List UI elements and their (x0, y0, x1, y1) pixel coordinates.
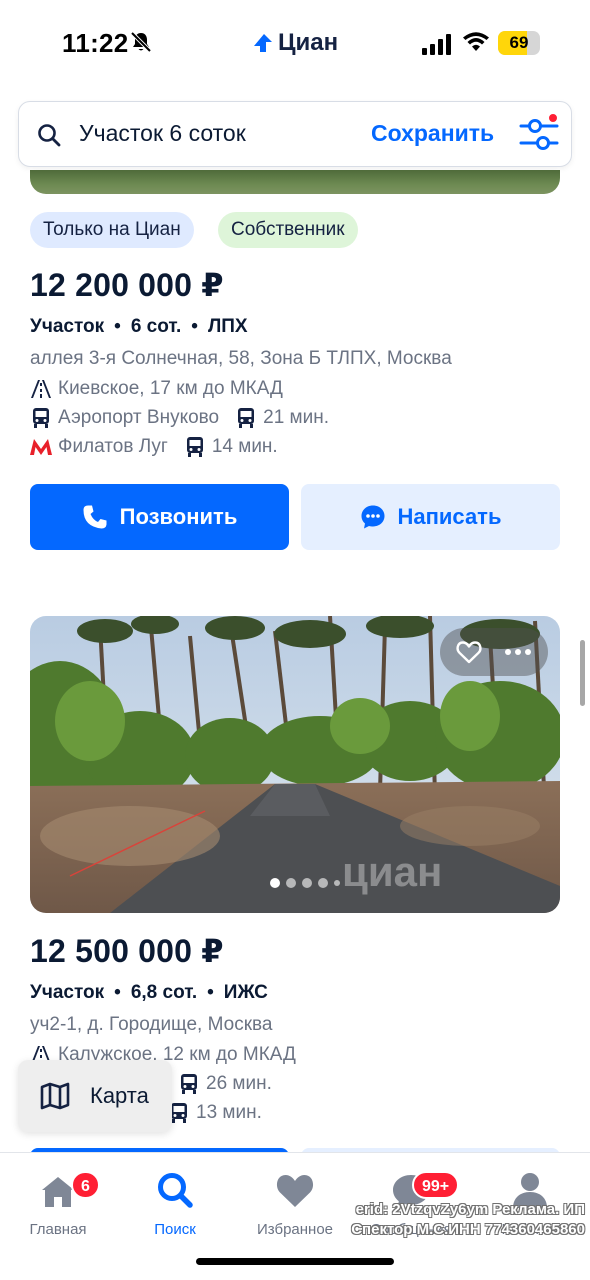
battery-percent: 69 (509, 33, 529, 52)
bus-icon (238, 408, 255, 428)
station-line: Аэропорт Внуково 21 мин. (30, 407, 329, 429)
param-type: Участок (30, 316, 105, 337)
cian-logo: Циан (252, 29, 338, 57)
save-search-button[interactable]: Сохранить (371, 120, 494, 147)
nav-home-badge: 6 (71, 1171, 100, 1199)
battery-icon: 69 (498, 31, 540, 55)
cellular-signal-icon (422, 34, 451, 55)
search-icon (38, 124, 61, 147)
listing-params: Участок • 6 сот. • ЛПХ (30, 316, 248, 338)
pagination-dot (270, 878, 280, 888)
ad-disclaimer: erid: 2VtzqvZy6ym Реклама. ИП Спектор М.… (305, 1200, 585, 1240)
param-type: Участок (30, 982, 105, 1003)
metro-line: Филатов Луг 14 мин. (30, 436, 278, 458)
separator: • (191, 316, 198, 337)
listing-photo-partial[interactable] (30, 170, 560, 194)
nav-search[interactable]: Поиск (120, 1165, 230, 1238)
bus-icon (186, 437, 203, 457)
wifi-icon (463, 32, 489, 51)
listing-params: Участок • 6,8 сот. • ИЖС (30, 982, 268, 1004)
param-purpose: ЛПХ (207, 316, 248, 337)
highway-text: Киевское, 17 км до МКАД (58, 378, 283, 399)
call-button[interactable]: Позвонить (30, 484, 289, 550)
photo-actions (440, 628, 548, 676)
metro-station-time: 14 мин. (211, 436, 278, 457)
highway-line: Киевское, 17 км до МКАД (30, 378, 283, 400)
metro-station-name: Филатов Луг (58, 436, 168, 457)
nav-messages-badge: 99+ (412, 1171, 460, 1199)
bus-icon (181, 1074, 197, 1094)
cian-logo-text: Циан (278, 29, 339, 56)
station-time: 21 мин. (263, 407, 329, 428)
ad-disclaimer-line1: erid: 2VtzqvZy6ym Реклама. ИП (355, 1201, 585, 1218)
listing-price[interactable]: 12 200 000 ₽ (30, 266, 224, 304)
search-bar[interactable]: Участок 6 соток Сохранить (18, 101, 572, 167)
search-input[interactable]: Участок 6 соток (79, 120, 246, 147)
separator: • (114, 316, 121, 337)
station-line: 13 мин. (168, 1102, 262, 1124)
scroll-indicator (580, 640, 585, 706)
train-icon (33, 408, 49, 428)
photo-watermark: циан (342, 848, 443, 895)
favorite-heart-icon[interactable] (456, 640, 482, 664)
station-line: 26 мин. (178, 1073, 272, 1095)
highway-icon (31, 380, 51, 398)
station-time: 13 мин. (196, 1102, 262, 1123)
metro-icon (30, 439, 52, 455)
search-icon (158, 1173, 193, 1208)
param-area: 6 сот. (130, 316, 182, 337)
map-button[interactable]: Карта (18, 1060, 172, 1132)
param-purpose: ИЖС (223, 982, 268, 1003)
cian-logo-icon (254, 34, 272, 52)
pagination-dot (286, 878, 296, 888)
bell-muted-icon (130, 31, 152, 53)
ad-disclaimer-line2: Спектор М.С.ИНН 774360465860 (351, 1221, 585, 1238)
call-button-label: Позвонить (119, 504, 238, 529)
listing-price[interactable]: 12 500 000 ₽ (30, 932, 224, 970)
phone-icon (83, 505, 107, 529)
tag-owner: Собственник (218, 212, 358, 248)
separator: • (114, 982, 121, 1003)
filter-active-dot (547, 112, 559, 124)
nav-search-label: Поиск (154, 1221, 196, 1238)
write-button[interactable]: Написать (301, 484, 560, 550)
write-button-label: Написать (397, 504, 502, 529)
separator: • (207, 982, 214, 1003)
station-time: 26 мин. (206, 1073, 272, 1094)
chat-icon (361, 505, 384, 529)
station-name: Аэропорт Внуково (58, 407, 220, 428)
listing-photo[interactable]: циан (30, 616, 560, 913)
param-area: 6,8 сот. (130, 982, 198, 1003)
status-time: 11:22 (62, 28, 129, 58)
nav-home-label: Главная (29, 1221, 87, 1238)
tag-only-on-cian: Только на Циан (30, 212, 194, 248)
listing-address: аллея 3-я Солнечная, 58, Зона Б ТЛПХ, Мо… (30, 348, 452, 369)
nav-home[interactable]: Главная 6 (3, 1165, 113, 1238)
pagination-dot (334, 880, 340, 886)
more-options-icon[interactable] (504, 648, 532, 656)
pagination-dot (302, 878, 312, 888)
photo-pagination-dots (270, 878, 340, 888)
pagination-dot (318, 878, 328, 888)
map-button-label: Карта (90, 1083, 149, 1108)
status-bar: 11:22 Циан 69 (0, 0, 590, 88)
map-icon (40, 1082, 70, 1110)
listing-address: уч2-1, д. Городище, Москва (30, 1014, 273, 1035)
home-indicator[interactable] (196, 1258, 394, 1265)
